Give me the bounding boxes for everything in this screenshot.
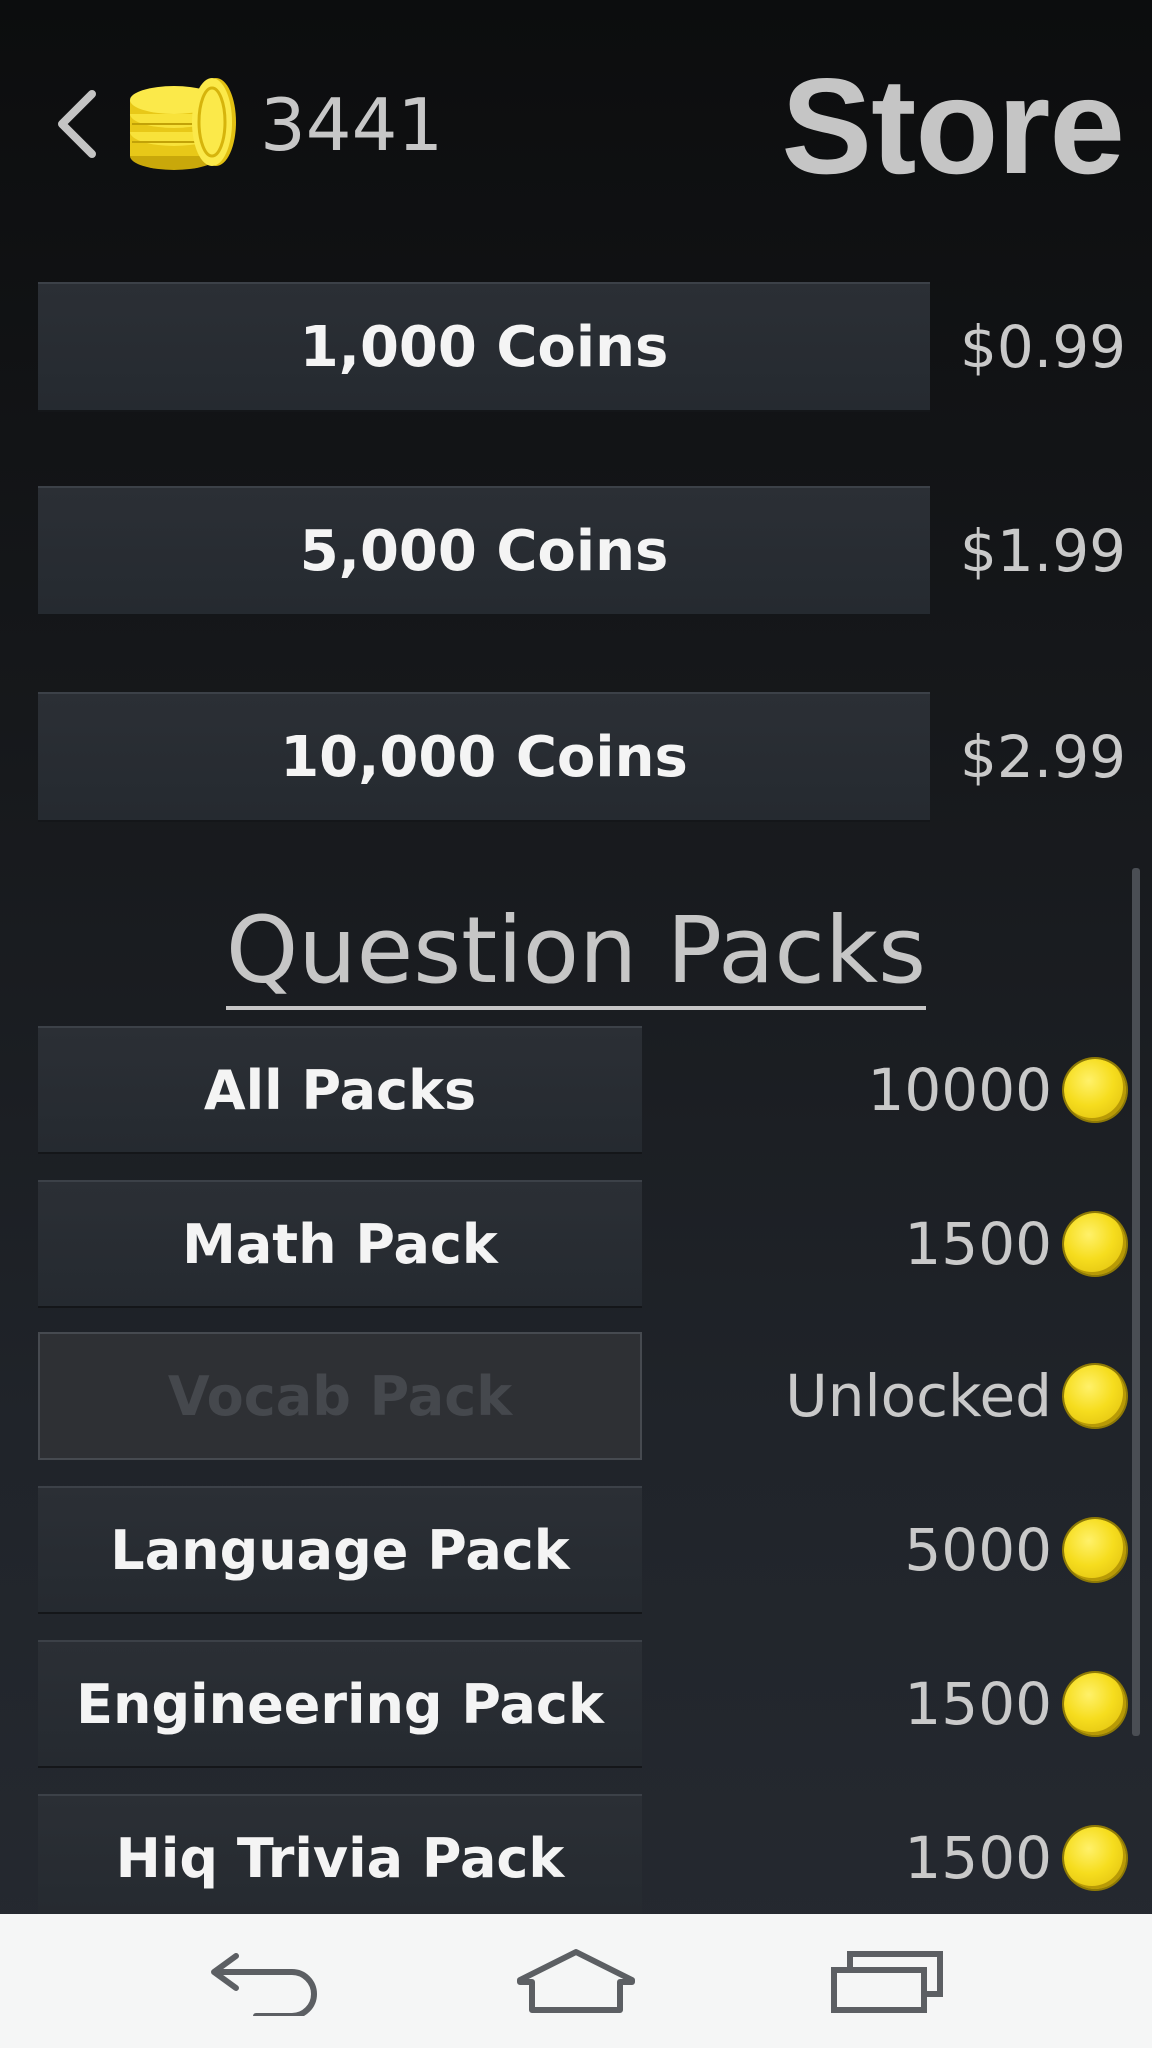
language-pack-price-text: 5000 [904,1516,1052,1584]
all-packs-price-text: 10000 [867,1056,1052,1124]
engineering-pack-button[interactable]: Engineering Pack [38,1640,642,1768]
engineering-pack-price: 1500 [904,1640,1126,1768]
engineering-pack-price-text: 1500 [904,1670,1052,1738]
page-title: Store [781,50,1125,202]
language-pack-price: 5000 [904,1486,1126,1614]
coin-icon [1064,1519,1126,1581]
coin-stack-icon [130,78,236,170]
back-chevron-icon[interactable] [52,88,102,160]
home-icon[interactable] [516,1944,636,2016]
question-packs-heading-text: Question Packs [225,897,927,1010]
language-pack-button[interactable]: Language Pack [38,1486,642,1614]
hiq-trivia-pack-price-text: 1500 [904,1824,1052,1892]
vocab-pack-price: Unlocked [785,1332,1126,1460]
back-arrow-icon[interactable] [206,1944,326,2016]
all-packs-button[interactable]: All Packs [38,1026,642,1154]
question-packs-heading: Question Packs [0,896,1152,1010]
math-pack-price: 1500 [904,1180,1126,1308]
scrollbar[interactable] [1132,868,1140,1736]
buy-5000-coins-button[interactable]: 5,000 Coins [38,486,930,616]
coin-icon [1064,1365,1126,1427]
coin-icon [1064,1827,1126,1889]
vocab-pack-button: Vocab Pack [38,1332,642,1460]
recent-apps-icon[interactable] [828,1944,948,2016]
hiq-trivia-pack-button[interactable]: Hiq Trivia Pack [38,1794,642,1922]
vocab-pack-price-text: Unlocked [785,1362,1052,1430]
math-pack-price-text: 1500 [904,1210,1052,1278]
all-packs-price: 10000 [867,1026,1126,1154]
coin-icon [1064,1059,1126,1121]
math-pack-button[interactable]: Math Pack [38,1180,642,1308]
price-1000-coins: $0.99 [959,313,1126,381]
navigation-bar [0,1914,1152,2048]
hiq-trivia-pack-price: 1500 [904,1794,1126,1922]
coin-balance: 3441 [260,83,444,167]
price-5000-coins: $1.99 [959,517,1126,585]
buy-1000-coins-button[interactable]: 1,000 Coins [38,282,930,412]
coin-icon [1064,1673,1126,1735]
coin-icon [1064,1213,1126,1275]
price-10000-coins: $2.99 [959,723,1126,791]
buy-10000-coins-button[interactable]: 10,000 Coins [38,692,930,822]
